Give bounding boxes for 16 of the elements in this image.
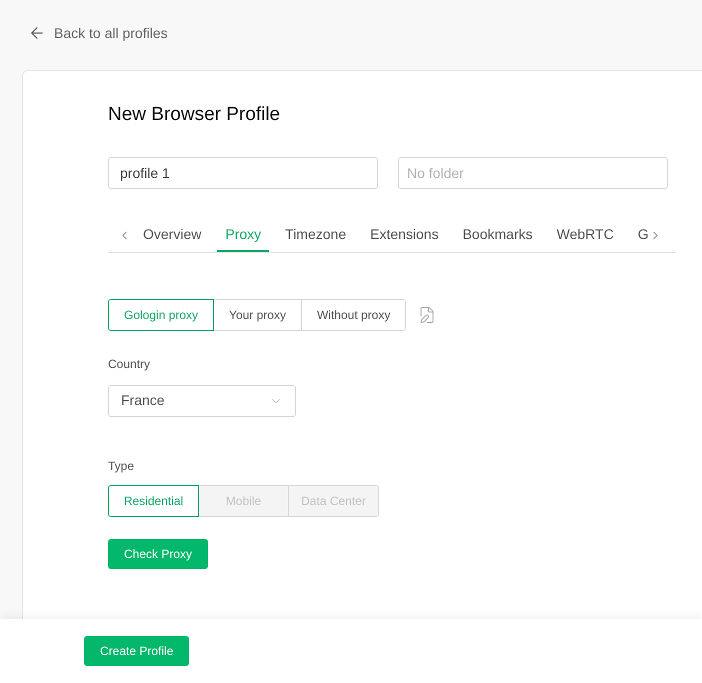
- tab[interactable]: Timezone: [285, 218, 346, 252]
- country-select[interactable]: France: [108, 384, 296, 416]
- proxy-mode-button[interactable]: Your proxy: [213, 298, 302, 330]
- edit-document-icon[interactable]: [418, 306, 436, 324]
- tab[interactable]: G: [638, 218, 649, 252]
- proxy-mode-button[interactable]: Without proxy: [300, 298, 406, 330]
- country-label: Country: [108, 356, 152, 372]
- folder-field[interactable]: No folder: [398, 156, 668, 188]
- tab[interactable]: Overview: [143, 218, 202, 252]
- tab[interactable]: Extensions: [370, 218, 439, 252]
- type-label: Type: [108, 458, 136, 474]
- tab[interactable]: WebRTC: [556, 218, 614, 252]
- profile-name-field[interactable]: profile 1: [108, 156, 378, 188]
- page-title: New Browser Profile: [108, 103, 282, 127]
- back-link[interactable]: Back to all profiles: [28, 22, 168, 44]
- tab[interactable]: Bookmarks: [462, 218, 533, 252]
